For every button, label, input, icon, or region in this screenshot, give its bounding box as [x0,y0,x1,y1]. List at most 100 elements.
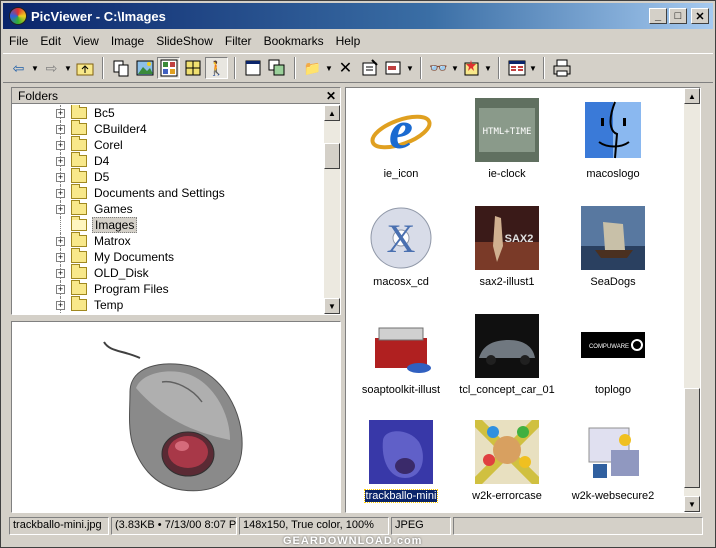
expand-icon[interactable]: + [56,300,65,310]
folder-label[interactable]: Bc5 [92,106,117,120]
folder-label[interactable]: Temp [92,298,125,312]
expand-icon[interactable]: + [56,284,65,294]
thumbnail-item[interactable]: soaptoolkit-illust [346,314,456,396]
thumbnail-label[interactable]: macoslogo [585,168,640,180]
folder-label[interactable]: CBuilder4 [92,122,149,136]
thumbnail-item[interactable]: Xmacosx_cd [346,206,456,288]
properties-icon[interactable] [358,57,381,79]
layout-dropdown-icon[interactable]: ▼ [529,57,537,79]
thumbnail-item[interactable]: w2k-errorcase [452,416,562,502]
folder-item[interactable]: + Documents and Settings [12,184,322,201]
thumbnail-image[interactable] [369,314,433,378]
expand-icon[interactable]: + [56,156,65,166]
forward-dropdown-icon[interactable]: ▼ [64,57,72,79]
effects-dropdown-icon[interactable]: ▼ [484,57,492,79]
rename-dropdown-icon[interactable]: ▼ [406,57,414,79]
image-view-icon[interactable] [133,57,156,79]
thumbnail-item[interactable]: SeaDogs [558,206,668,288]
menu-bookmarks[interactable]: Bookmarks [258,34,330,48]
thumbnail-label[interactable]: sax2-illust1 [478,276,535,288]
folder-item[interactable]: Images [12,216,322,233]
scroll-down-icon[interactable]: ▼ [684,496,700,512]
move-dropdown-icon[interactable]: ▼ [325,57,333,79]
thumbnail-item[interactable]: e ie_icon [346,98,456,180]
thumbnail-label[interactable]: SeaDogs [589,276,636,288]
folder-label[interactable]: OLD_Disk [92,266,151,280]
folder-item[interactable]: + Matrox [12,232,322,249]
scroll-up-icon[interactable]: ▲ [684,88,700,104]
expand-icon[interactable]: + [56,252,65,262]
folder-item[interactable]: + My Documents [12,248,322,265]
folder-label[interactable]: D4 [92,154,111,168]
slideshow-icon[interactable] [265,57,288,79]
thumbnail-label[interactable]: macosx_cd [372,276,430,288]
move-icon[interactable]: 📁 [301,57,324,79]
rename-icon[interactable] [382,57,405,79]
forward-arrow-icon[interactable]: ⇨ [40,57,63,79]
thumbnail-item[interactable]: macoslogo [558,98,668,180]
expand-icon[interactable]: + [56,188,65,198]
walk-icon[interactable]: 🚶 [205,57,228,79]
expand-icon[interactable]: + [56,140,65,150]
folder-item[interactable]: + Bc5 [12,105,322,121]
folder-label[interactable]: My Documents [92,250,176,264]
thumbnail-image[interactable]: e [369,98,433,162]
thumbnail-item[interactable]: SAX2 sax2-illust1 [452,206,562,288]
thumbnail-image[interactable]: HTML+TIME [475,98,539,162]
folder-item[interactable]: + OLD_Disk [12,264,322,281]
menu-image[interactable]: Image [105,34,150,48]
thumbnail-view-icon[interactable] [157,57,180,79]
folder-item[interactable]: + D5 [12,168,322,185]
thumbnail-image[interactable]: SAX2 [475,206,539,270]
close-folders-icon[interactable]: ✕ [326,89,336,103]
expand-icon[interactable]: + [56,108,65,118]
print-icon[interactable] [550,57,573,79]
folders-scrollbar[interactable]: ▲ ▼ [324,105,340,314]
back-dropdown-icon[interactable]: ▼ [31,57,39,79]
thumbnail-image[interactable] [471,416,543,488]
thumbnail-label[interactable]: w2k-websecure2 [571,490,656,502]
thumbnail-item[interactable]: trackballo-mini [346,420,456,503]
thumbnail-item[interactable]: HTML+TIME ie-clock [452,98,562,180]
folder-item[interactable]: + Program Files [12,280,322,297]
expand-icon[interactable]: + [56,236,65,246]
folder-label[interactable]: D5 [92,170,111,184]
expand-icon[interactable] [56,221,65,230]
fullscreen-icon[interactable] [241,57,264,79]
folder-item[interactable]: + Corel [12,136,322,153]
thumbnail-image[interactable] [475,314,539,378]
scroll-down-icon[interactable]: ▼ [324,298,340,314]
expand-icon[interactable]: + [56,124,65,134]
folder-label[interactable]: Games [92,202,135,216]
glasses-dropdown-icon[interactable]: ▼ [451,57,459,79]
thumbnail-label[interactable]: toplogo [594,384,632,396]
close-button[interactable]: ✕ [691,8,709,24]
thumbnail-label[interactable]: w2k-errorcase [471,490,543,502]
up-folder-icon[interactable] [73,57,96,79]
thumbnail-label[interactable]: ie_icon [383,168,420,180]
layout-icon[interactable] [505,57,528,79]
folder-label[interactable]: Corel [92,138,125,152]
thumbnail-label[interactable]: tcl_concept_car_01 [458,384,555,396]
thumbnail-image[interactable] [581,420,645,484]
folder-label[interactable]: Images [92,217,138,233]
thumbnails-scrollbar[interactable]: ▲ ▼ [684,88,700,512]
copy-icon[interactable] [109,57,132,79]
menu-filter[interactable]: Filter [219,34,258,48]
thumbnail-item[interactable]: COMPUWARE toplogo [558,314,668,396]
expand-icon[interactable]: + [56,204,65,214]
maximize-button[interactable]: □ [669,8,687,24]
folder-label[interactable]: Matrox [92,234,133,248]
menu-edit[interactable]: Edit [34,34,67,48]
thumbnail-image[interactable]: X [369,206,433,270]
glasses-icon[interactable]: 👓 [427,57,450,79]
expand-icon[interactable]: + [56,268,65,278]
scroll-thumb[interactable] [684,388,700,488]
scroll-up-icon[interactable]: ▲ [324,105,340,121]
menu-file[interactable]: File [3,34,34,48]
expand-icon[interactable]: + [56,172,65,182]
thumbnail-item[interactable]: w2k-websecure2 [558,420,668,502]
grid-view-icon[interactable] [181,57,204,79]
folder-item[interactable]: + Games [12,200,322,217]
folder-item[interactable]: + CBuilder4 [12,120,322,137]
